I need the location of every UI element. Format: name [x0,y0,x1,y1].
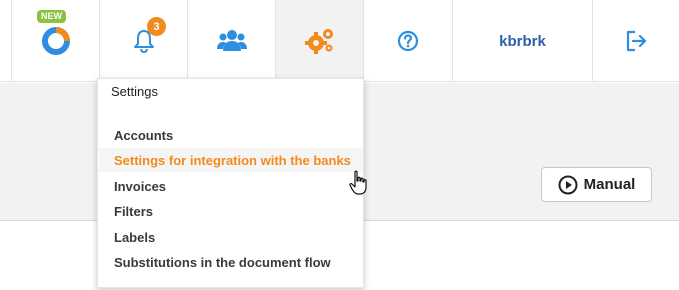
nav-user-profile[interactable]: kbrbrk [452,0,592,82]
username-label: kbrbrk [499,32,546,50]
manual-button-label: Manual [583,176,636,193]
nav-left-edge [0,0,11,82]
nav-help[interactable] [363,0,452,82]
menu-item-bank-integration[interactable]: Settings for integration with the banks [99,148,363,172]
menu-item-accounts[interactable]: Accounts [99,123,363,147]
notification-count-badge: 3 [147,17,166,36]
logout-icon [626,30,647,52]
app-logo-icon [41,27,70,55]
play-circle-icon [558,175,578,194]
settings-dropdown-menu: Settings Accounts Settings for integrati… [97,78,364,288]
manual-button[interactable]: Manual [541,167,652,202]
menu-item-filters[interactable]: Filters [99,199,363,223]
menu-item-substitutions[interactable]: Substitutions in the document flow [99,250,363,274]
menu-item-labels[interactable]: Labels [99,225,363,249]
help-icon [397,30,419,52]
nav-users[interactable] [187,0,275,82]
gears-icon [304,29,333,54]
dropdown-title: Settings [111,84,158,99]
menu-item-invoices[interactable]: Invoices [99,174,363,198]
users-icon [216,30,247,51]
nav-settings[interactable] [275,0,363,82]
nav-logout[interactable] [592,0,679,82]
hand-cursor-icon [349,170,367,195]
new-badge: NEW [37,10,66,23]
nav-notifications[interactable] [99,0,187,82]
top-navigation-bar: NEW 3 kbrbrk [0,0,679,82]
